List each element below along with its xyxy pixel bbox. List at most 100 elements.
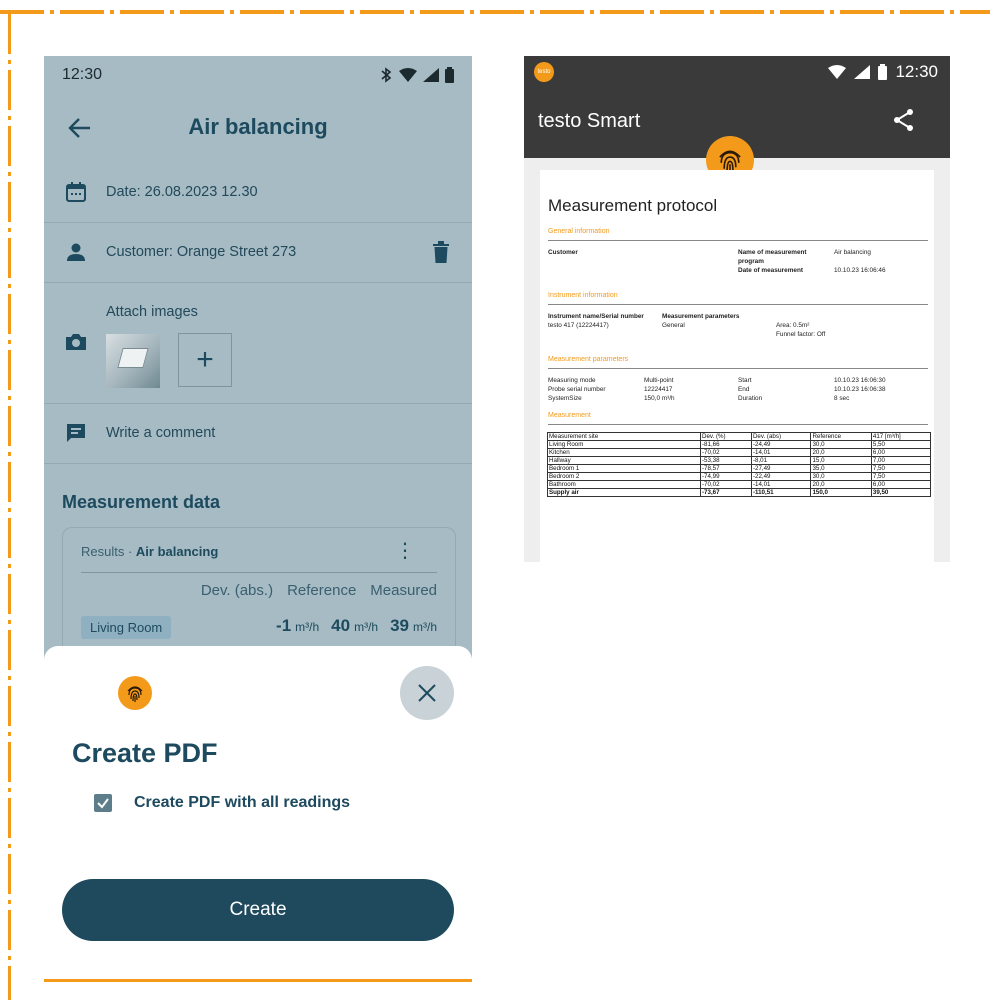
attached-image-thumbnail[interactable]: [106, 334, 160, 388]
camera-icon[interactable]: [64, 330, 88, 354]
start-value: 10.10.23 16:06:30: [834, 377, 886, 384]
meas-unit: m³/h: [413, 620, 437, 634]
ref-unit: m³/h: [354, 620, 379, 634]
date-label: Date of measurement: [738, 267, 803, 274]
table-cell: -22,49: [750, 472, 812, 481]
system-label: SystemSize: [548, 395, 582, 402]
table-cell: 30,0: [810, 440, 872, 449]
table-row: Living Room -81,66 -24,49 30,0 5,50: [547, 440, 932, 449]
results-values: -1 m³/h 40 m³/h 39 m³/h: [276, 616, 437, 636]
pdf-document: Measurement protocol General information…: [540, 170, 934, 562]
checkmark-icon: [97, 798, 109, 809]
table-cell: -81,66: [700, 440, 752, 449]
comment-row[interactable]: Write a comment: [44, 403, 472, 464]
wifi-icon: [399, 68, 417, 82]
card-divider: [81, 572, 437, 573]
table-cell: 7,50: [870, 464, 932, 473]
battery-icon: [878, 64, 888, 80]
date-value: 10.10.23 16:06:46: [834, 267, 886, 274]
duration-value: 8 sec: [834, 395, 850, 402]
system-value: 150,0 m³/h: [644, 395, 675, 402]
dev-unit: m³/h: [295, 620, 320, 634]
table-cell: Supply air: [547, 488, 701, 497]
funnel-value: Funnel factor: Off: [776, 331, 826, 338]
table-cell: -14,01: [750, 480, 812, 489]
table-header-cell: Reference: [810, 432, 872, 441]
table-header-row: Measurement site Dev. (%) Dev. (abs) Ref…: [547, 432, 932, 441]
more-options-icon[interactable]: ⋮: [395, 538, 415, 563]
trash-icon[interactable]: [432, 241, 450, 263]
duration-label: Duration: [738, 395, 763, 402]
table-cell: Bedroom 1: [547, 464, 701, 473]
table-cell: 7,50: [870, 472, 932, 481]
wifi-icon: [828, 65, 847, 79]
attach-images-label: Attach images: [106, 304, 198, 320]
table-cell: 150,0: [810, 488, 872, 497]
testo-logo: testo: [534, 62, 554, 82]
doc-section-measurement: Measurement: [548, 412, 591, 419]
table-cell: 6,00: [870, 480, 932, 489]
all-readings-label[interactable]: Create PDF with all readings: [134, 794, 350, 812]
instrument-value: testo 417 (12224417): [548, 322, 609, 329]
table-cell: 6,00: [870, 448, 932, 457]
table-cell: -53,38: [700, 456, 752, 465]
meas-value: 39: [390, 616, 409, 635]
table-header-cell: Measurement site: [547, 432, 701, 441]
table-cell: -74,99: [700, 472, 752, 481]
table-cell: -27,49: [750, 464, 812, 473]
measurement-table: Measurement site Dev. (%) Dev. (abs) Ref…: [547, 432, 932, 497]
fingerprint-icon: [127, 686, 143, 702]
close-icon: [418, 684, 436, 702]
dev-value: -1: [276, 616, 292, 635]
column-measured: Measured: [370, 582, 437, 599]
bluetooth-icon: [381, 67, 392, 83]
table-cell: 39,50: [870, 488, 932, 497]
cell-signal-icon: [423, 68, 439, 82]
program-label: Name of measurement program: [738, 249, 807, 265]
ref-value: 40: [331, 616, 351, 635]
table-cell: Living Room: [547, 440, 701, 449]
app-bar: Air balancing: [44, 100, 472, 156]
date-row[interactable]: Date: 26.08.2023 12.30: [44, 162, 472, 223]
customer-row[interactable]: Customer: Orange Street 273: [44, 222, 472, 283]
table-cell: -110,51: [750, 488, 812, 497]
all-readings-checkbox[interactable]: [94, 794, 112, 812]
column-dev: Dev. (abs.): [200, 582, 274, 599]
area-value: Area: 0.5m²: [776, 322, 810, 329]
column-reference: Reference: [287, 582, 357, 599]
doc-rule: [548, 304, 928, 305]
probe-label: Probe serial number: [548, 386, 606, 393]
table-cell: Bedroom 2: [547, 472, 701, 481]
table-row: Bathroom -70,02 -14,01 20,0 6,00: [547, 480, 932, 489]
cell-signal-icon: [854, 65, 871, 79]
results-prefix: Results ·: [81, 544, 136, 559]
customer-label: Customer: Orange Street 273: [106, 244, 297, 260]
decorative-dashed-border-top: [0, 10, 990, 14]
end-label: End: [738, 386, 750, 393]
comment-icon: [67, 424, 85, 442]
site-chip[interactable]: Living Room: [81, 616, 172, 639]
table-row-total: Supply air -73,67 -110,51 150,0 39,50: [547, 488, 932, 497]
comment-label: Write a comment: [106, 425, 216, 441]
table-cell: -73,67: [700, 488, 752, 497]
share-icon[interactable]: [892, 108, 916, 132]
add-image-button[interactable]: +: [178, 333, 232, 387]
program-value: Air balancing: [834, 249, 871, 256]
person-icon: [67, 243, 85, 261]
table-cell: Hallway: [547, 456, 701, 465]
fingerprint-badge-icon: [118, 676, 152, 710]
params-value: General: [662, 322, 685, 329]
table-cell: 20,0: [810, 448, 872, 457]
app-title: testo Smart: [538, 110, 641, 132]
close-button[interactable]: [400, 666, 454, 720]
table-row: Bedroom 1 -78,57 -27,49 35,0 7,50: [547, 464, 932, 473]
status-bar-right: 12:30: [828, 62, 938, 82]
table-cell: Bathroom: [547, 480, 701, 489]
table-header-cell: Dev. (%): [700, 432, 752, 441]
table-row: Kitchen -70,02 -14,01 20,0 6,00: [547, 448, 932, 457]
params-label: Measurement parameters: [662, 313, 740, 320]
table-header-cell: Dev. (abs): [750, 432, 812, 441]
create-pdf-title: Create PDF: [72, 738, 218, 768]
table-cell: 20,0: [810, 480, 872, 489]
create-button[interactable]: Create: [62, 879, 454, 941]
